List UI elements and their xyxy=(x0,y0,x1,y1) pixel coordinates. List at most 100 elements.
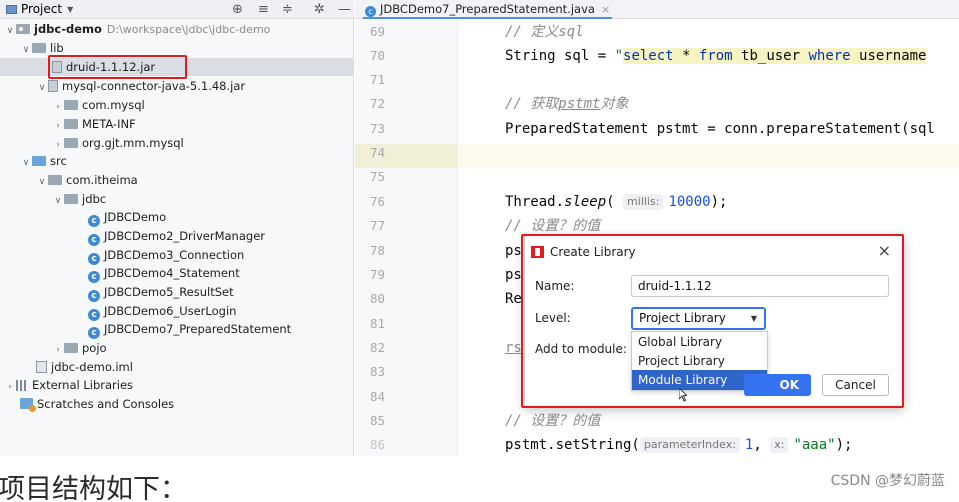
code-token: // 获取 xyxy=(505,96,559,112)
tab-label: JDBCDemo7_PreparedStatement.java xyxy=(380,2,595,16)
tree-item-jdbcdemo2[interactable]: c JDBCDemo2_DriverManager xyxy=(88,227,265,246)
line-number: 77 xyxy=(369,218,385,233)
project-panel: Project ▼ ⊕ ≡ ≑ ✲ — ∨ jdbc-demo D:\workspac… xyxy=(0,0,354,456)
module-folder-icon xyxy=(16,24,30,34)
editor-tab-bar: c JDBCDemo7_PreparedStatement.java × xyxy=(355,0,959,19)
line-number: 85 xyxy=(369,413,385,428)
tree-item-label: JDBCDemo6_UserLogin xyxy=(104,304,237,318)
code-token: " xyxy=(614,48,624,64)
tree-item-meta-inf[interactable]: › META-INF xyxy=(52,115,136,133)
tree-item-label: JDBCDemo xyxy=(104,210,167,224)
code-line-78[interactable]: ps xyxy=(505,239,522,263)
code-line-79[interactable]: ps xyxy=(505,263,522,287)
code-line-73[interactable]: PreparedStatement pstmt = conn.prepareSt… xyxy=(505,117,935,141)
package-icon xyxy=(48,175,62,185)
tree-item-jdbcdemo[interactable]: c JDBCDemo xyxy=(88,208,167,227)
code-token: sleep xyxy=(564,194,607,210)
line-number: 74 xyxy=(369,145,385,160)
project-icon xyxy=(6,5,17,14)
line-number: 72 xyxy=(369,96,385,111)
line-number: 75 xyxy=(369,169,385,184)
target-icon[interactable]: ⊕ xyxy=(232,0,243,19)
chevron-down-icon: ∨ xyxy=(38,177,46,187)
code-token: ( xyxy=(606,194,615,210)
tree-item-org-gjt[interactable]: › org.gjt.mm.mysql xyxy=(52,134,184,152)
tree-item-label: META-INF xyxy=(82,117,136,131)
tab-jdbcdemo7[interactable]: c JDBCDemo7_PreparedStatement.java × xyxy=(363,0,613,19)
tree-item-jdbcdemo5[interactable]: c JDBCDemo5_ResultSet xyxy=(88,283,234,302)
class-icon: c xyxy=(88,234,100,246)
code-line-86[interactable]: pstmt.setString(parameterIndex: 1, x: "aaa… xyxy=(505,433,852,456)
line-number: 69 xyxy=(369,24,385,39)
expand-all-icon[interactable]: ≑ xyxy=(282,0,293,19)
gear-icon[interactable]: ✲ xyxy=(314,0,325,19)
project-view-selector[interactable]: Project ▼ xyxy=(6,0,73,19)
caption-text: 项目结构如下： xyxy=(0,474,187,502)
tree-item-label: JDBCDemo3_Connection xyxy=(104,248,245,262)
tree-item-label: mysql-connector-java-5.1.48.jar xyxy=(62,79,246,93)
code-line-76[interactable]: Thread.sleep( millis: 10000); xyxy=(505,190,727,214)
code-token: 对象 xyxy=(600,96,629,112)
chevron-right-icon: › xyxy=(56,102,60,112)
package-icon xyxy=(64,138,78,148)
code-token: String sql = xyxy=(505,48,615,64)
collapse-all-icon[interactable]: ≡ xyxy=(258,0,269,19)
tree-item-jdbcdemo6[interactable]: c JDBCDemo6_UserLogin xyxy=(88,302,237,321)
code-line-85[interactable]: // 设置？的值 xyxy=(505,409,600,433)
code-token: pstmt.setString( xyxy=(505,437,640,453)
class-icon: c xyxy=(88,327,100,339)
tree-item-mysql-connector-jar[interactable]: ∨ mysql-connector-java-5.1.48.jar xyxy=(36,77,245,95)
current-line-highlight xyxy=(355,144,959,168)
annotation-highlight-box xyxy=(48,55,187,79)
tree-item-jdbc-demo[interactable]: ∨ jdbc-demo D:\workspace\jdbc\jdbc-demo xyxy=(4,20,271,38)
scratches-icon xyxy=(20,398,36,412)
class-icon: c xyxy=(88,215,100,227)
code-line-80[interactable]: Re xyxy=(505,287,522,311)
tree-item-label: JDBCDemo4_Statement xyxy=(104,266,240,280)
tree-item-com-mysql[interactable]: › com.mysql xyxy=(52,96,145,114)
tree-item-label: org.gjt.mm.mysql xyxy=(82,136,184,150)
code-token: username xyxy=(850,48,927,64)
annotation-highlight-box xyxy=(521,234,904,408)
tree-item-pojo[interactable]: › pojo xyxy=(52,339,106,357)
tree-item-com-itheima[interactable]: ∨ com.itheima xyxy=(36,171,138,189)
close-icon[interactable]: × xyxy=(601,3,610,16)
line-number: 79 xyxy=(369,267,385,282)
project-panel-header: Project ▼ ⊕ ≡ ≑ ✲ — xyxy=(0,0,354,19)
tree-item-jdbcdemo7[interactable]: c JDBCDemo7_PreparedStatement xyxy=(88,320,292,339)
tree-item-label: jdbc xyxy=(82,192,107,206)
tree-item-iml[interactable]: jdbc-demo.iml xyxy=(36,358,133,376)
package-icon xyxy=(64,100,78,110)
tree-item-label: Scratches and Consoles xyxy=(37,397,175,411)
source-folder-icon xyxy=(32,156,46,166)
chevron-down-icon: ∨ xyxy=(22,158,30,168)
code-token: "aaa" xyxy=(793,437,836,453)
code-line-82[interactable]: rs xyxy=(505,336,522,360)
line-number: 86 xyxy=(369,437,385,452)
package-icon xyxy=(64,343,78,353)
tree-item-jdbcdemo3[interactable]: c JDBCDemo3_Connection xyxy=(88,246,245,265)
code-line-69[interactable]: // 定义sql xyxy=(505,20,584,44)
minimize-icon[interactable]: — xyxy=(338,0,351,19)
tree-item-jdbc[interactable]: ∨ jdbc xyxy=(52,190,106,208)
folder-icon xyxy=(32,43,46,53)
tree-item-label: External Libraries xyxy=(32,378,134,392)
parameter-hint: millis: xyxy=(623,194,664,210)
code-line-70[interactable]: String sql = "select * from tb_user wher… xyxy=(505,44,927,68)
chevron-right-icon: › xyxy=(8,382,12,392)
watermark: CSDN @梦幻蔚蓝 xyxy=(830,473,945,489)
tree-item-src[interactable]: ∨ src xyxy=(20,152,67,170)
tree-item-jdbcdemo4[interactable]: c JDBCDemo4_Statement xyxy=(88,264,240,283)
chevron-down-icon: ∨ xyxy=(54,196,62,206)
class-icon: c xyxy=(88,290,100,302)
code-token: from xyxy=(698,48,733,64)
libraries-icon xyxy=(16,380,28,391)
package-icon xyxy=(64,194,78,204)
chevron-down-icon: ▼ xyxy=(67,5,74,14)
code-line-72[interactable]: // 获取pstmt对象 xyxy=(505,92,628,116)
tree-item-scratches[interactable]: Scratches and Consoles xyxy=(20,395,174,413)
tree-item-label: jdbc-demo.iml xyxy=(51,360,133,374)
tree-item-label: JDBCDemo7_PreparedStatement xyxy=(104,322,292,336)
tree-item-external-libraries[interactable]: › External Libraries xyxy=(4,376,133,394)
code-token: ); xyxy=(710,194,728,210)
